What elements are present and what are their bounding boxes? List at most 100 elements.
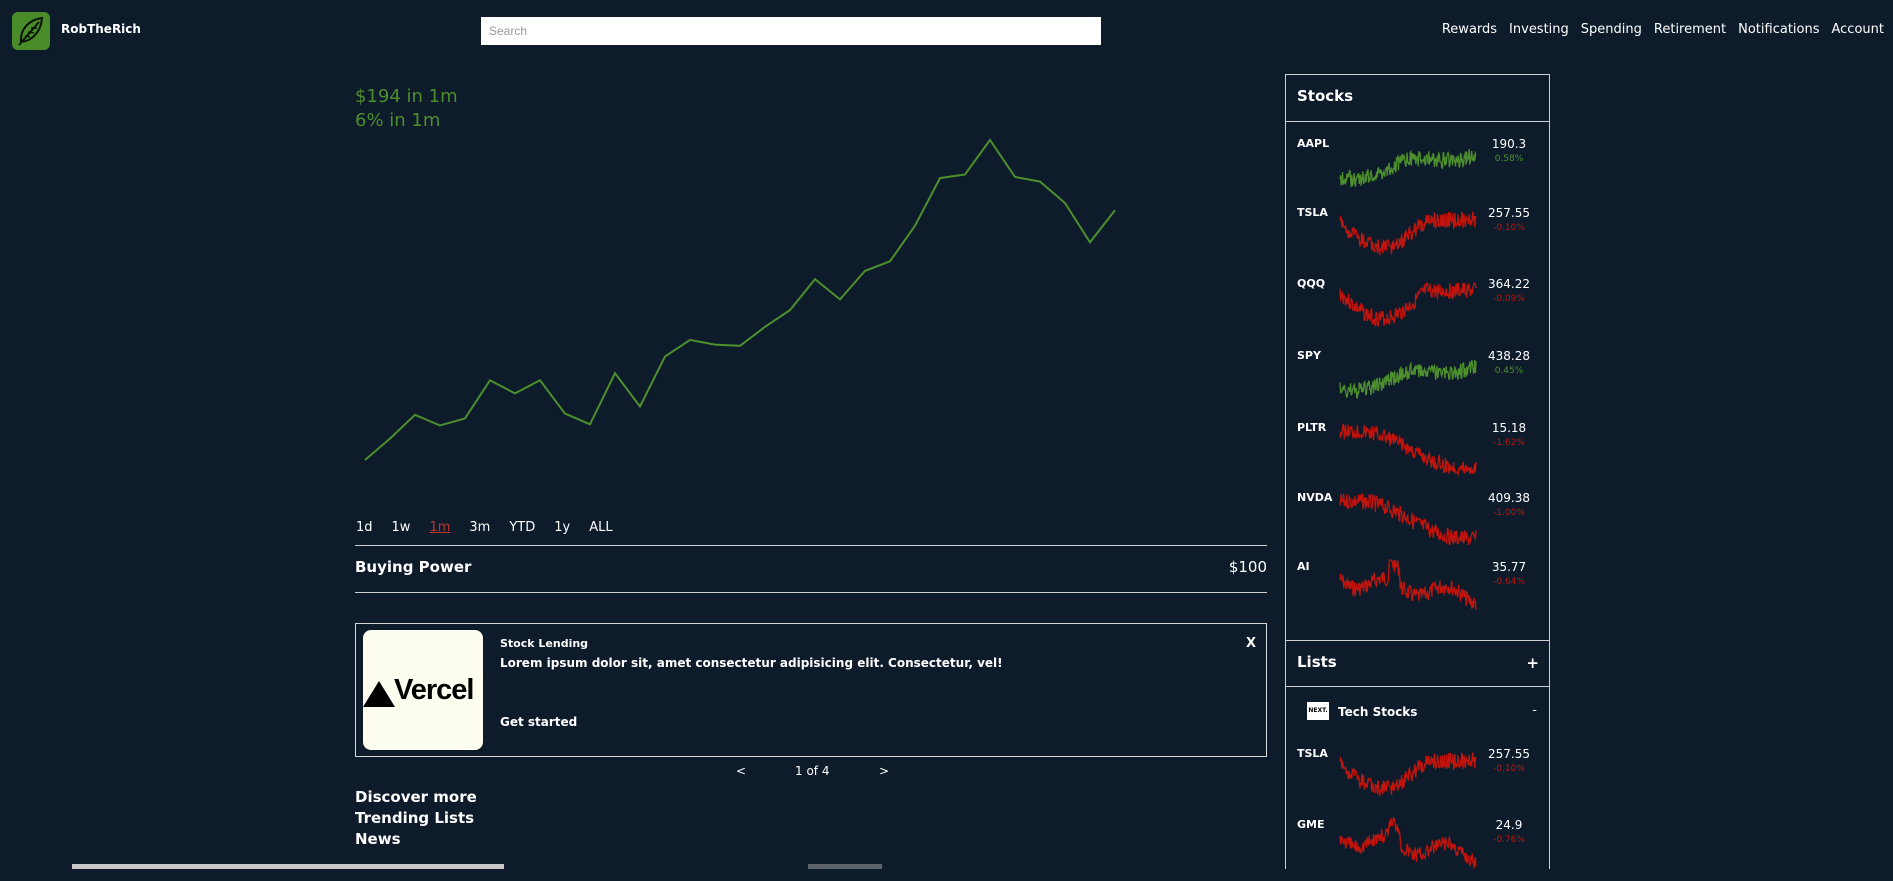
gain-amount: $194 in 1m (355, 86, 458, 107)
stock-price: 190.3 (1491, 137, 1527, 151)
range-ytd[interactable]: YTD (509, 520, 535, 535)
sparkline-path (1339, 423, 1477, 477)
scrollbar-thumb[interactable] (808, 864, 882, 869)
stock-change: -0.09% (1493, 294, 1525, 304)
gain-percent: 6% in 1m (355, 110, 441, 131)
stock-change: 0.45% (1494, 366, 1524, 376)
stock-symbol: AAPL (1297, 137, 1330, 150)
divider (1286, 686, 1549, 687)
close-promo-button[interactable]: X (1246, 636, 1256, 651)
vercel-logo-text: Vercel (394, 674, 474, 706)
add-list-button[interactable]: + (1526, 654, 1539, 672)
horizontal-scrollbar[interactable] (72, 864, 504, 869)
stock-row-aapl[interactable]: AAPL 190.3 0.58% (1286, 134, 1549, 200)
stock-change: -0.64% (1493, 577, 1525, 587)
pager-prev-button[interactable]: < (736, 764, 746, 778)
stock-price: 257.55 (1488, 747, 1530, 761)
portfolio-line (364, 138, 1116, 461)
stock-price: 438.28 (1488, 349, 1530, 363)
stock-price: 364.22 (1488, 277, 1530, 291)
range-1w[interactable]: 1w (392, 520, 411, 535)
stocks-title: Stocks (1297, 87, 1354, 105)
pager-next-button[interactable]: > (879, 764, 889, 778)
sparkline-path (1339, 359, 1477, 399)
list-tech-stocks[interactable]: NEXT. Tech Stocks - (1286, 698, 1549, 726)
search-input[interactable] (481, 17, 1101, 45)
stock-symbol: GME (1297, 818, 1325, 831)
app-name[interactable]: RobTheRich (61, 22, 141, 36)
link-trending-lists[interactable]: Trending Lists (355, 808, 477, 829)
nav-notifications[interactable]: Notifications (1738, 22, 1819, 37)
nav-retirement[interactable]: Retirement (1654, 22, 1726, 37)
sparkline (1339, 423, 1477, 477)
stock-change: -0.10% (1493, 764, 1525, 774)
list-name: Tech Stocks (1338, 705, 1418, 719)
sparkline (1339, 815, 1477, 869)
stock-change: -0.10% (1493, 223, 1525, 233)
top-nav: RobTheRich Rewards Investing Spending Re… (0, 0, 1893, 62)
sparkline (1339, 559, 1477, 611)
nav-investing[interactable]: Investing (1509, 22, 1569, 37)
sparkline (1339, 281, 1477, 327)
list-stock-row-tsla[interactable]: TSLA 257.55 -0.10% (1286, 744, 1549, 810)
range-all[interactable]: ALL (589, 520, 612, 535)
stock-change: -1.00% (1493, 508, 1525, 518)
stock-symbol: AI (1297, 560, 1310, 573)
stock-change: 0.58% (1494, 154, 1524, 164)
stock-row-spy[interactable]: SPY 438.28 0.45% (1286, 346, 1549, 412)
pager-label: 1 of 4 (795, 764, 830, 778)
range-1y[interactable]: 1y (554, 520, 570, 535)
discover-links: Discover more Trending Lists News (355, 787, 477, 850)
buying-power-value: $100 (1228, 558, 1267, 576)
stock-symbol: TSLA (1297, 747, 1328, 760)
stock-price: 24.9 (1495, 818, 1523, 832)
sparkline-path (1339, 210, 1477, 257)
stock-symbol: SPY (1297, 349, 1321, 362)
sparkline (1339, 210, 1477, 257)
vercel-logo: Vercel (363, 630, 483, 750)
nav-account[interactable]: Account (1832, 22, 1885, 37)
link-discover-more[interactable]: Discover more (355, 787, 477, 808)
list-icon: NEXT. (1307, 702, 1329, 720)
lists-title: Lists (1297, 653, 1337, 671)
time-range-selector: 1d 1w 1m 3m YTD 1y ALL (356, 520, 632, 535)
divider (355, 545, 1267, 546)
range-3m[interactable]: 3m (469, 520, 490, 535)
stock-symbol: QQQ (1297, 277, 1326, 290)
stock-row-nvda[interactable]: NVDA 409.38 -1.00% (1286, 488, 1549, 554)
range-1m[interactable]: 1m (429, 520, 450, 535)
range-1d[interactable]: 1d (356, 520, 373, 535)
lists-header: Lists + (1286, 640, 1549, 686)
stock-row-ai[interactable]: AI 35.77 -0.64% (1286, 557, 1549, 623)
buying-power-label: Buying Power (355, 558, 472, 576)
list-stock-row-gme[interactable]: GME 24.9 -0.76% (1286, 815, 1549, 881)
sparkline (1339, 493, 1477, 546)
sparkline (1339, 359, 1477, 399)
stock-row-pltr[interactable]: PLTR 15.18 -1.62% (1286, 418, 1549, 484)
promo-title: Stock Lending (500, 637, 589, 650)
sparkline-path (1339, 148, 1477, 187)
nav-rewards[interactable]: Rewards (1442, 22, 1497, 37)
divider (355, 592, 1267, 593)
promo-card: Vercel Stock Lending Lorem ipsum dolor s… (355, 623, 1267, 757)
sparkline (1339, 751, 1477, 798)
stock-row-tsla[interactable]: TSLA 257.55 -0.10% (1286, 203, 1549, 269)
sparkline (1339, 148, 1477, 187)
stock-symbol: TSLA (1297, 206, 1328, 219)
sparkline-path (1339, 815, 1477, 869)
collapse-list-button[interactable]: - (1532, 703, 1537, 718)
stock-symbol: PLTR (1297, 421, 1327, 434)
nav-menu: Rewards Investing Spending Retirement No… (1442, 22, 1884, 37)
sparkline-path (1339, 281, 1477, 327)
stock-price: 409.38 (1488, 491, 1530, 505)
nav-spending[interactable]: Spending (1581, 22, 1642, 37)
divider (1286, 121, 1549, 122)
leaf-icon[interactable] (12, 12, 50, 50)
stock-row-qqq[interactable]: QQQ 364.22 -0.09% (1286, 274, 1549, 340)
stocks-panel: Stocks AAPL 190.3 0.58% TSLA 257.55 -0.1… (1285, 74, 1550, 869)
get-started-button[interactable]: Get started (500, 715, 577, 729)
stock-price: 35.77 (1491, 560, 1527, 574)
stock-change: -0.76% (1493, 835, 1525, 845)
stock-change: -1.62% (1493, 438, 1525, 448)
link-news[interactable]: News (355, 829, 477, 850)
